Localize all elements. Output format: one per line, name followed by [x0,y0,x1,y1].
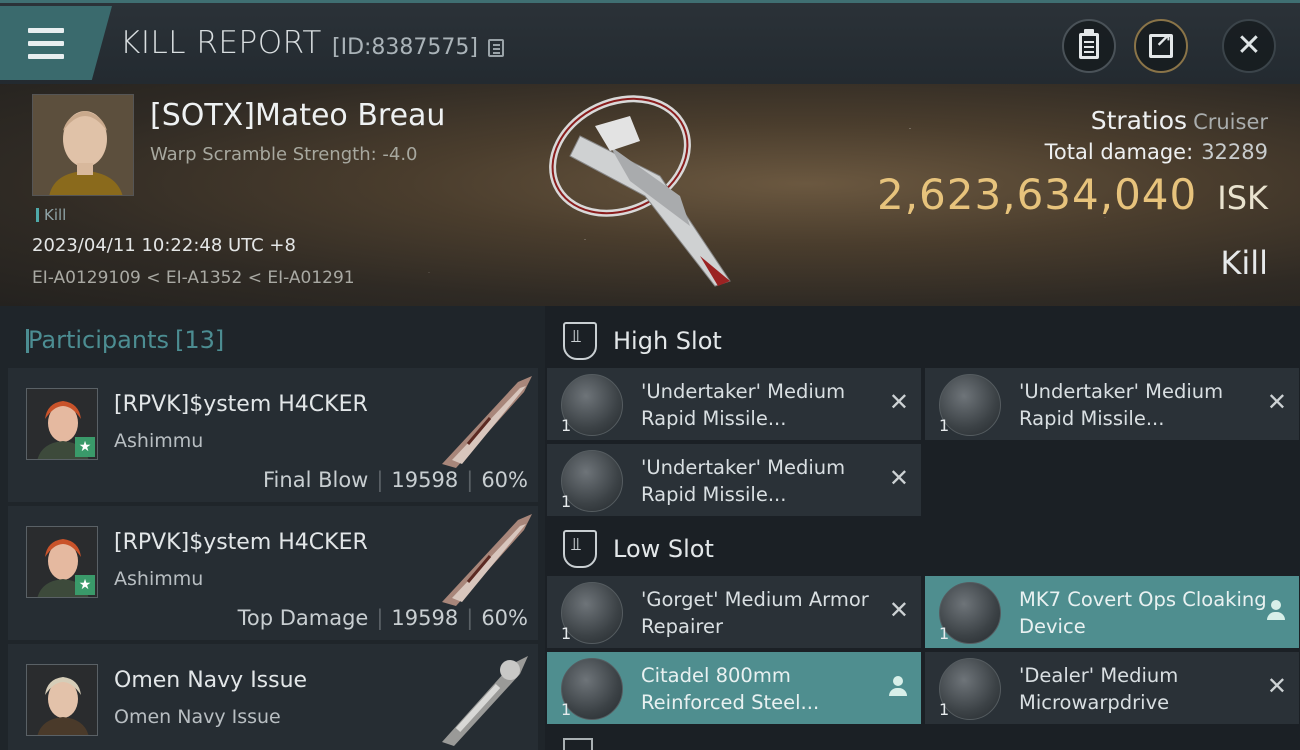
close-button[interactable]: ✕ [1222,19,1276,73]
victim-avatar[interactable] [32,94,134,196]
isk-value-row: 2,623,634,040 ISK [877,170,1268,219]
participant-name: [RPVK]$ystem H4CKER [114,530,368,555]
module-quantity: 1 [561,416,572,435]
module-name: 'Undertaker' Medium Rapid Missile... [641,456,846,506]
module-name: MK7 Covert Ops Cloaking Device [1019,588,1267,638]
victim-banner: [SOTX]Mateo Breau Warp Scramble Strength… [0,84,1300,306]
low-slot-icon [563,530,597,568]
destroyed-icon: ✕ [1266,388,1287,416]
module-name: 'Undertaker' Medium Rapid Missile... [1019,380,1224,430]
participant-stats: Top Damage | 19598 | 60% [237,606,528,630]
share-icon [1149,28,1173,58]
kill-tag: Kill [36,206,66,224]
module-quantity: 1 [561,492,572,511]
total-damage-label: Total damage: [1044,140,1194,164]
module-name: 'Undertaker' Medium Rapid Missile... [641,380,846,430]
participant-ship: Ashimmu [114,568,204,590]
module-item[interactable]: 1 Citadel 800mm Reinforced Steel... [547,652,921,724]
victim-name[interactable]: [SOTX]Mateo Breau [150,98,445,133]
participant-card[interactable]: ★ [RPVK]$ystem H4CKER Ashimmu Top Damage… [8,506,538,640]
destroyed-icon: ✕ [888,596,909,624]
low-slot-title: Low Slot [613,535,714,563]
destroyed-icon: ✕ [888,464,909,492]
participant-card[interactable]: Omen Navy Issue Omen Navy Issue [8,644,538,750]
high-slot-icon [563,322,597,360]
menu-button[interactable] [0,6,112,80]
participant-damage: 19598 [391,468,459,492]
high-slot-title: High Slot [613,327,722,355]
participant-role: Final Blow [263,468,369,492]
clipboard-icon [1079,29,1099,59]
participant-percent: 60% [481,606,528,630]
copy-icon[interactable] [488,39,504,57]
victim-ship-name[interactable]: Stratios Cruiser [1091,106,1268,135]
dropped-person-icon [889,676,907,698]
kill-location[interactable]: EI-A0129109 < EI-A1352 < EI-A01291 [32,268,355,288]
hamburger-icon [28,24,64,63]
module-item[interactable]: 1 MK7 Covert Ops Cloaking Device [925,576,1299,648]
participant-avatar[interactable]: ★ [26,388,98,460]
share-button[interactable] [1134,19,1188,73]
report-id: [ID:8387575] [332,35,478,60]
module-quantity: 1 [561,700,572,719]
kill-timestamp: 2023/04/11 10:22:48 UTC +8 [32,235,296,256]
participant-ship: Ashimmu [114,430,204,452]
participants-count: [13] [174,326,225,354]
total-damage-value: 32289 [1201,140,1268,164]
module-quantity: 1 [561,624,572,643]
isk-value: 2,623,634,040 [876,170,1198,219]
destroyed-icon: ✕ [888,388,909,416]
module-item[interactable]: 1 'Undertaker' Medium Rapid Missile... ✕ [547,444,921,516]
participant-ship: Omen Navy Issue [114,706,281,728]
dropped-person-icon [1267,600,1285,622]
destroyed-icon: ✕ [1266,672,1287,700]
victim-ship-image[interactable] [540,86,760,304]
victim-subtitle: Warp Scramble Strength: -4.0 [150,144,418,165]
participant-name: [RPVK]$ystem H4CKER [114,392,368,417]
top-bar: KILL REPORT [ID:8387575] ✕ [0,0,1300,84]
module-quantity: 1 [939,416,950,435]
next-slot-icon [563,738,593,750]
participant-damage: 19598 [391,606,459,630]
participant-ship-image [442,514,532,606]
participants-panel: Participants [13] ★ [RPVK]$ystem H4CKER A… [0,306,545,750]
participant-stats: Final Blow | 19598 | 60% [263,468,528,492]
participant-avatar[interactable]: ★ [26,526,98,598]
module-item[interactable]: 1 'Dealer' Medium Microwarpdrive ✕ [925,652,1299,724]
page-title: KILL REPORT [120,25,322,61]
high-slot-header: High Slot [545,310,1300,372]
module-quantity: 1 [939,624,950,643]
participant-ship-image [442,656,528,746]
module-name: 'Dealer' Medium Microwarpdrive [1019,664,1179,714]
module-item[interactable]: 1 'Gorget' Medium Armor Repairer ✕ [547,576,921,648]
participant-percent: 60% [481,468,528,492]
module-item[interactable]: 1 'Undertaker' Medium Rapid Missile... ✕ [547,368,921,440]
fitting-panel: High Slot 1 'Undertaker' Medium Rapid Mi… [545,306,1300,750]
participant-name: Omen Navy Issue [114,668,308,693]
clipboard-button[interactable] [1062,19,1116,73]
participant-ship-image [442,376,532,468]
module-name: Citadel 800mm Reinforced Steel... [641,664,820,714]
low-slot-header: Low Slot [545,518,1300,580]
star-icon: ★ [75,575,95,595]
close-icon: ✕ [1236,28,1262,63]
ship-type: Stratios [1090,106,1188,135]
participants-label: Participants [28,326,169,354]
module-quantity: 1 [939,700,950,719]
module-name: 'Gorget' Medium Armor Repairer [641,588,869,638]
participant-card[interactable]: ★ [RPVK]$ystem H4CKER Ashimmu Final Blow… [8,368,538,502]
ship-class: Cruiser [1193,110,1268,134]
isk-unit: ISK [1217,179,1268,217]
star-icon: ★ [75,437,95,457]
total-damage: Total damage: 32289 [1045,140,1268,164]
module-item[interactable]: 1 'Undertaker' Medium Rapid Missile... ✕ [925,368,1299,440]
participant-avatar[interactable] [26,664,98,736]
result-label: Kill [1220,244,1268,282]
participants-header: Participants [13] [25,326,225,354]
participant-role: Top Damage [237,606,369,630]
